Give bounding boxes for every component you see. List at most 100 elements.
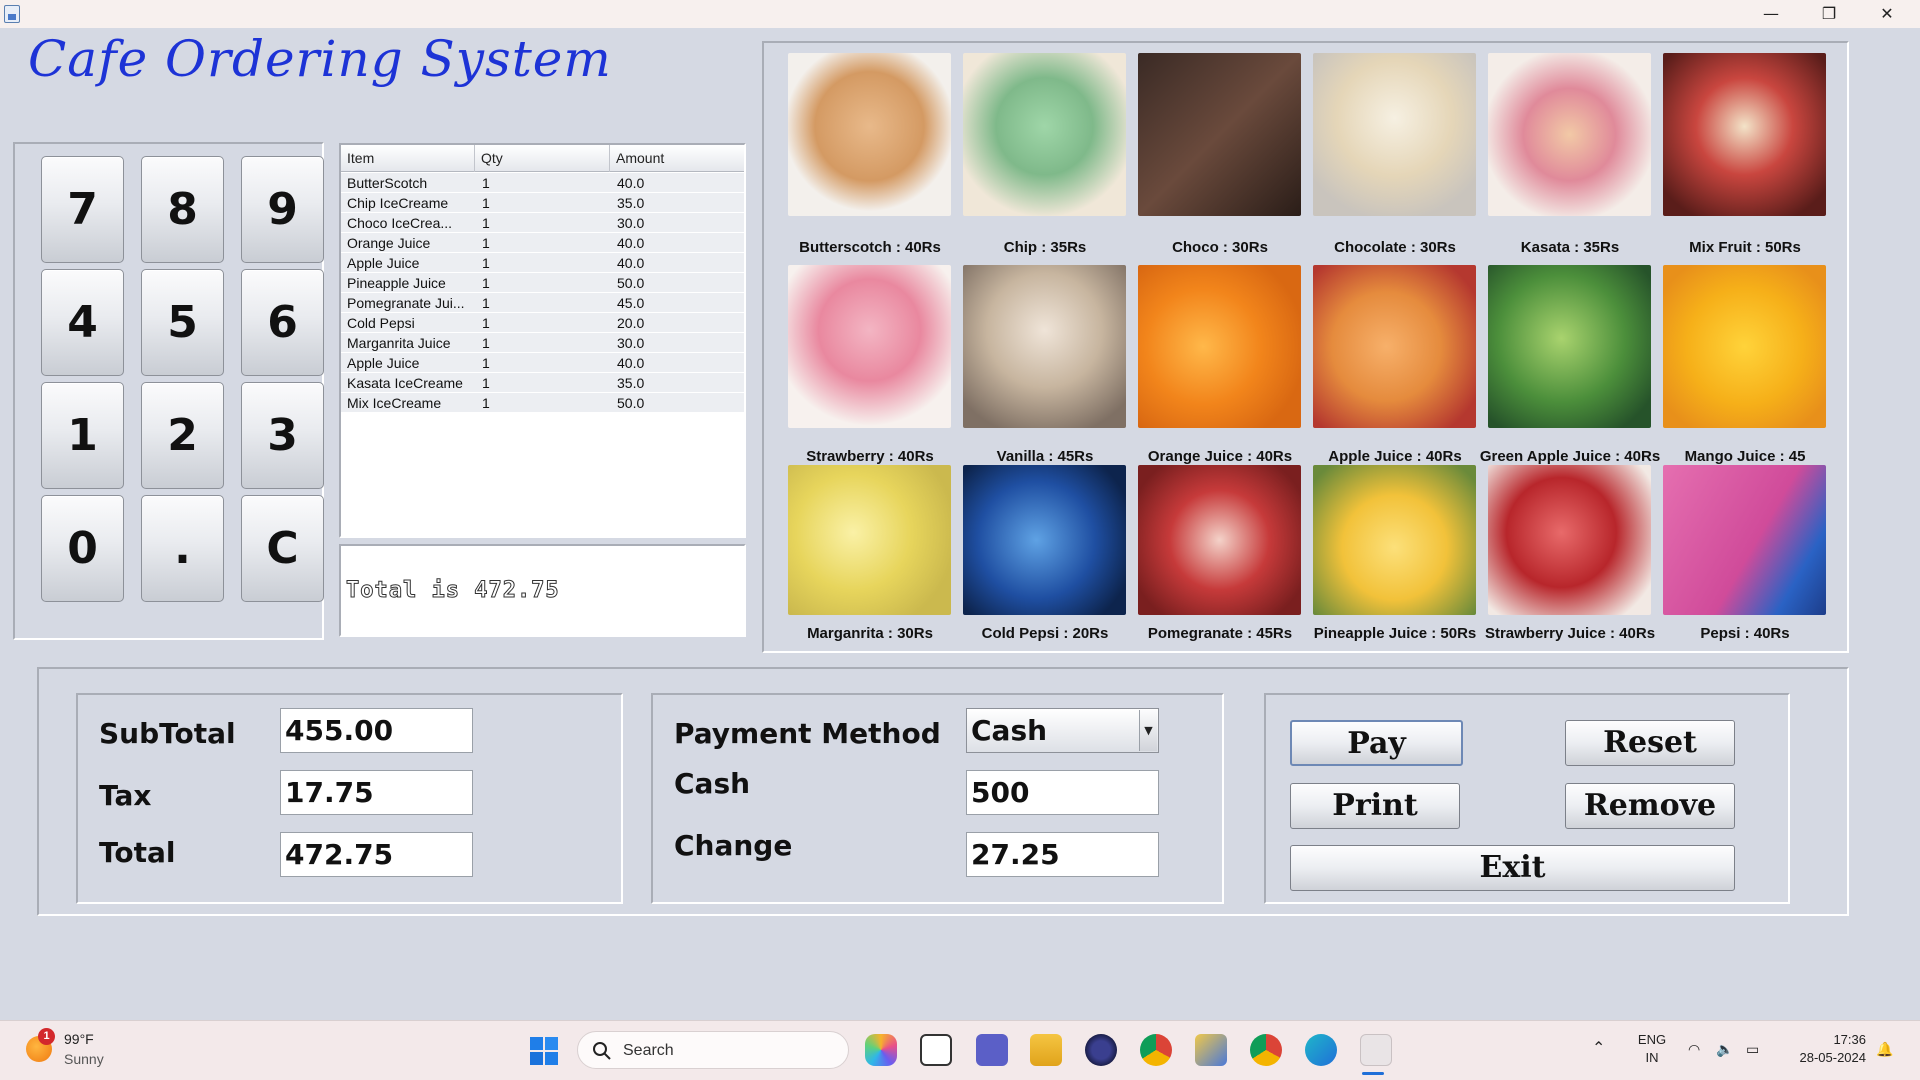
strawberry-juice-image[interactable]: [1488, 465, 1651, 615]
total-field[interactable]: 472.75: [280, 832, 473, 877]
mix-fruit-image[interactable]: [1663, 53, 1826, 216]
order-table[interactable]: Item Qty Amount ButterScotch 1 40.0 Chip Ic…: [339, 143, 746, 538]
column-header-amount[interactable]: Amount: [610, 145, 744, 172]
menu-item[interactable]: Apple Juice : 40Rs: [1313, 265, 1476, 465]
apple-juice-image[interactable]: [1313, 265, 1476, 428]
cold-pepsi-image[interactable]: [963, 465, 1126, 615]
table-row[interactable]: Mix IceCreame 1 50.0: [341, 393, 744, 413]
table-row[interactable]: Kasata IceCreame 1 35.0: [341, 373, 744, 393]
butterscotch-image[interactable]: [788, 53, 951, 216]
maximize-button[interactable]: ❐: [1800, 0, 1858, 28]
pepsi-can-image[interactable]: [1663, 465, 1826, 615]
eclipse-icon[interactable]: [1085, 1034, 1117, 1066]
close-button[interactable]: ✕: [1858, 0, 1916, 28]
remove-button[interactable]: Remove: [1565, 783, 1735, 829]
green-apple-juice-image[interactable]: [1488, 265, 1651, 428]
table-row[interactable]: Apple Juice 1 40.0: [341, 253, 744, 273]
key-2[interactable]: 2: [141, 382, 224, 489]
volume-icon[interactable]: 🔈: [1716, 1040, 1733, 1058]
table-row[interactable]: Orange Juice 1 40.0: [341, 233, 744, 253]
menu-item[interactable]: Strawberry Juice : 40Rs: [1485, 465, 1655, 642]
notification-bell-icon[interactable]: 🔔: [1876, 1040, 1893, 1058]
menu-item[interactable]: Green Apple Juice : 40Rs: [1480, 265, 1660, 465]
table-row[interactable]: Pineapple Juice 1 50.0: [341, 273, 744, 293]
menu-item[interactable]: Vanilla : 45Rs: [963, 265, 1126, 465]
menu-item[interactable]: Pineapple Juice : 50Rs: [1313, 465, 1476, 642]
menu-item[interactable]: Cold Pepsi : 20Rs: [963, 465, 1126, 642]
menu-item[interactable]: Choco : 30Rs: [1138, 53, 1301, 256]
chocolate-sundae-image[interactable]: [1313, 53, 1476, 216]
menu-item[interactable]: Chocolate : 30Rs: [1313, 53, 1476, 256]
kasata-image[interactable]: [1488, 53, 1651, 216]
pineapple-juice-image[interactable]: [1313, 465, 1476, 615]
chevron-up-icon[interactable]: ⌃: [1592, 1040, 1605, 1058]
menu-item[interactable]: Pomegranate : 45Rs: [1138, 465, 1301, 642]
key-decimal[interactable]: .: [141, 495, 224, 602]
menu-item[interactable]: Chip : 35Rs: [963, 53, 1126, 256]
column-header-item[interactable]: Item: [341, 145, 475, 172]
tax-field[interactable]: 17.75: [280, 770, 473, 815]
mango-juice-image[interactable]: [1663, 265, 1826, 428]
menu-item[interactable]: Kasata : 35Rs: [1488, 53, 1651, 256]
task-view-icon[interactable]: [920, 1034, 952, 1066]
chrome-profile-icon[interactable]: [1250, 1034, 1282, 1066]
chrome-icon[interactable]: [1140, 1034, 1172, 1066]
payment-method-select[interactable]: Cash ▼: [966, 708, 1159, 753]
menu-item[interactable]: Butterscotch : 40Rs: [788, 53, 951, 256]
change-field[interactable]: 27.25: [966, 832, 1159, 877]
wifi-icon[interactable]: ◠: [1688, 1040, 1700, 1058]
menu-item[interactable]: Strawberry : 40Rs: [788, 265, 951, 465]
key-3[interactable]: 3: [241, 382, 324, 489]
vanilla-cones-image[interactable]: [963, 265, 1126, 428]
cube-app-icon[interactable]: [1195, 1034, 1227, 1066]
key-5[interactable]: 5: [141, 269, 224, 376]
cash-field[interactable]: 500: [966, 770, 1159, 815]
windows-start-icon[interactable]: [529, 1036, 559, 1066]
minimize-button[interactable]: —: [1742, 0, 1800, 28]
print-button[interactable]: Print: [1290, 783, 1460, 829]
table-row[interactable]: Choco IceCrea... 1 30.0: [341, 213, 744, 233]
chevron-down-icon[interactable]: ▼: [1139, 710, 1157, 751]
java-taskbar-icon[interactable]: [1360, 1034, 1392, 1066]
menu-item[interactable]: Pepsi : 40Rs: [1663, 465, 1826, 642]
table-row[interactable]: Chip IceCreame 1 35.0: [341, 193, 744, 213]
key-4[interactable]: 4: [41, 269, 124, 376]
key-8[interactable]: 8: [141, 156, 224, 263]
key-0[interactable]: 0: [41, 495, 124, 602]
chip-icecream-image[interactable]: [963, 53, 1126, 216]
table-row[interactable]: Apple Juice 1 40.0: [341, 353, 744, 373]
reset-button[interactable]: Reset: [1565, 720, 1735, 766]
menu-item[interactable]: Orange Juice : 40Rs: [1138, 265, 1301, 465]
table-row[interactable]: Cold Pepsi 1 20.0: [341, 313, 744, 333]
table-row[interactable]: Pomegranate Jui... 1 45.0: [341, 293, 744, 313]
key-9[interactable]: 9: [241, 156, 324, 263]
exit-button[interactable]: Exit: [1290, 845, 1735, 891]
key-clear[interactable]: C: [241, 495, 324, 602]
pay-button[interactable]: Pay: [1290, 720, 1463, 766]
change-label: Change: [674, 829, 793, 862]
menu-item[interactable]: Mix Fruit : 50Rs: [1663, 53, 1826, 256]
taskbar-search[interactable]: Search: [577, 1031, 849, 1069]
copilot-icon[interactable]: [865, 1034, 897, 1066]
strawberry-icecream-image[interactable]: [788, 265, 951, 428]
table-row[interactable]: ButterScotch 1 40.0: [341, 173, 744, 193]
subtotal-field[interactable]: 455.00: [280, 708, 473, 753]
cell-item: Marganrita Juice: [347, 335, 451, 351]
edge-icon[interactable]: [1305, 1034, 1337, 1066]
file-explorer-icon[interactable]: [1030, 1034, 1062, 1066]
key-6[interactable]: 6: [241, 269, 324, 376]
menu-item[interactable]: Mango Juice : 45: [1663, 265, 1826, 465]
table-row[interactable]: Marganrita Juice 1 30.0: [341, 333, 744, 353]
margarita-image[interactable]: [788, 465, 951, 615]
language-indicator[interactable]: ENG IN: [1632, 1031, 1672, 1067]
teams-icon[interactable]: [976, 1034, 1008, 1066]
orange-juice-image[interactable]: [1138, 265, 1301, 428]
key-1[interactable]: 1: [41, 382, 124, 489]
column-header-qty[interactable]: Qty: [475, 145, 610, 172]
menu-item[interactable]: Marganrita : 30Rs: [788, 465, 951, 642]
battery-icon[interactable]: ▭: [1746, 1040, 1759, 1058]
pomegranate-image[interactable]: [1138, 465, 1301, 615]
clock[interactable]: 17:36 28-05-2024: [1786, 1031, 1867, 1067]
key-7[interactable]: 7: [41, 156, 124, 263]
choco-bar-image[interactable]: [1138, 53, 1301, 216]
